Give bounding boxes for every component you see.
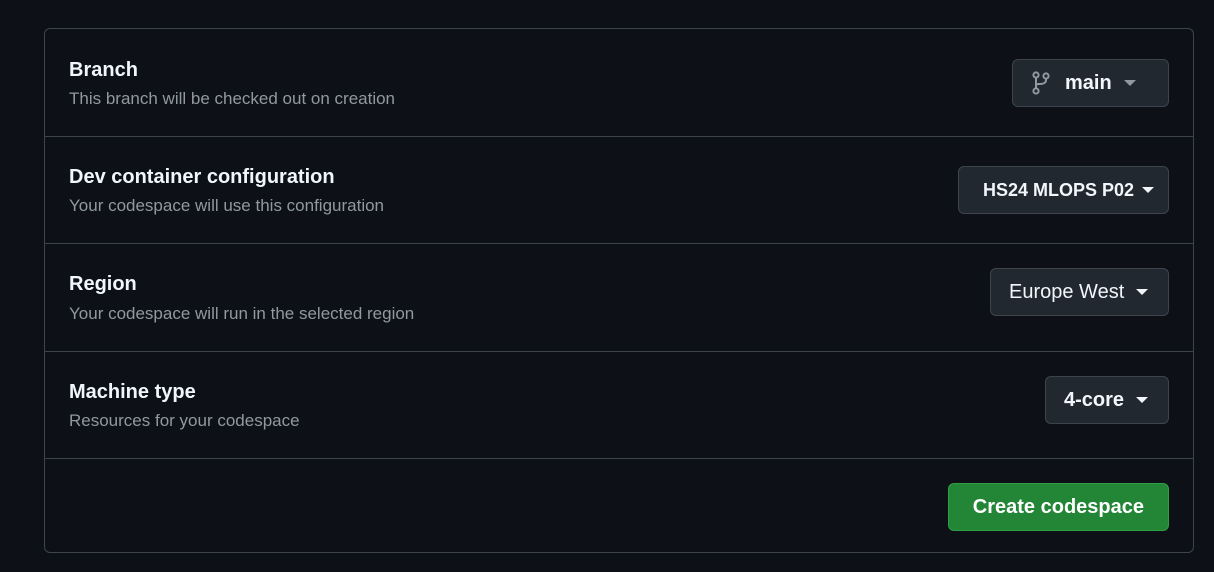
chevron-down-icon: [1123, 80, 1136, 86]
dev-container-title: Dev container configuration: [69, 166, 335, 188]
machine-type-select-button[interactable]: 4-core: [1045, 376, 1169, 424]
codespace-options-panel: Branch This branch will be checked out o…: [44, 28, 1194, 553]
region-title: Region: [69, 273, 137, 295]
region-select-button[interactable]: Europe West: [990, 268, 1169, 316]
region-description: Your codespace will run in the selected …: [69, 304, 415, 323]
machine-type-description: Resources for your codespace: [69, 411, 300, 430]
git-branch-icon: [1031, 71, 1051, 95]
dev-container-select-button[interactable]: HS24 MLOPS P02: [958, 166, 1169, 214]
branch-title: Branch: [69, 59, 138, 81]
machine-type-title: Machine type: [69, 381, 196, 403]
branch-select-button[interactable]: main: [1012, 59, 1169, 107]
chevron-down-icon: [1136, 397, 1149, 403]
branch-row: Branch This branch will be checked out o…: [45, 29, 1193, 137]
region-row: Region Your codespace will run in the se…: [45, 244, 1193, 352]
machine-type-row: Machine type Resources for your codespac…: [45, 352, 1193, 459]
chevron-down-icon: [1136, 289, 1149, 295]
create-codespace-button[interactable]: Create codespace: [947, 483, 1169, 531]
chevron-down-icon: [1142, 187, 1155, 193]
machine-type-select-value: 4-core: [1064, 388, 1125, 411]
region-select-value: Europe West: [1009, 280, 1125, 303]
branch-description: This branch will be checked out on creat…: [69, 89, 396, 108]
dev-container-row: Dev container configuration Your codespa…: [45, 137, 1193, 244]
branch-select-value: main: [1065, 71, 1112, 94]
dev-container-select-value: HS24 MLOPS P02: [983, 179, 1135, 200]
dev-container-description: Your codespace will use this configurati…: [69, 196, 385, 215]
